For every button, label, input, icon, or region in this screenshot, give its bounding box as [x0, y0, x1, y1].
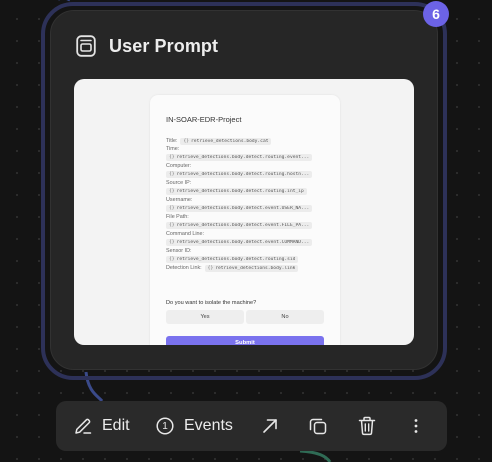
variable-value: retrieve_detections.body.detect.event.US…	[176, 206, 310, 211]
events-count: 1	[162, 420, 168, 432]
variable-chip: {} retrieve_detections.body.detect.routin…	[166, 188, 307, 195]
no-button[interactable]: No	[246, 310, 324, 324]
events-count-icon: 1	[156, 417, 174, 435]
form-field-row: Sensor ID:	[166, 248, 324, 255]
node-header: User Prompt	[76, 33, 218, 59]
prompt-form: IN-SOAR-EDR-Project Title:{} retrieve_det…	[150, 95, 340, 345]
form-field-value-row: {} retrieve_detections.body.detect.routin…	[166, 187, 324, 196]
form-title: IN-SOAR-EDR-Project	[166, 115, 242, 124]
pencil-icon	[74, 417, 92, 435]
variable-chip: {} retrieve_detections.body.detect.routin…	[166, 256, 299, 263]
isolate-question: Do you want to isolate the machine?	[166, 300, 257, 306]
form-field-value-row: {} retrieve_detections.body.detect.routin…	[166, 170, 324, 179]
variable-chip: {} retrieve_detections.body.cat	[180, 138, 272, 145]
variable-icon: {}	[169, 257, 175, 262]
variable-chip: {} retrieve_detections.body.detect.event.…	[166, 205, 313, 212]
form-field-row: Command Line:	[166, 231, 324, 238]
variable-chip: {} retrieve_detections.body.detect.routin…	[166, 154, 313, 161]
outgoing-edge-green	[299, 449, 332, 462]
form-field-row: Detection Link:{} retrieve_detections.bod…	[166, 265, 324, 272]
variable-value: retrieve_detections.body.detect.event.CO…	[176, 240, 310, 245]
form-field-row: Title:{} retrieve_detections.body.cat	[166, 138, 324, 145]
yes-button[interactable]: Yes	[166, 310, 244, 324]
variable-chip: {} retrieve_detections.body.detect.event.…	[166, 239, 313, 246]
field-label: Source IP:	[166, 180, 192, 186]
form-field-value-row: {} retrieve_detections.body.detect.event.…	[166, 238, 324, 247]
form-field-row: Source IP:	[166, 180, 324, 187]
more-options-button[interactable]	[413, 401, 419, 451]
form-field: Computer: {} retrieve_detections.body.dete…	[166, 163, 324, 179]
variable-icon: {}	[169, 240, 175, 245]
variable-icon: {}	[183, 139, 190, 144]
form-field-value-row: {} retrieve_detections.body.detect.routin…	[166, 255, 324, 264]
form-field: Time: {} retrieve_detections.body.detect.r…	[166, 146, 324, 162]
variable-icon: {}	[169, 206, 175, 211]
variable-icon: {}	[169, 172, 175, 177]
variable-value: retrieve_detections.body.detect.routing.…	[176, 189, 304, 194]
delete-button[interactable]	[358, 401, 376, 451]
form-field-row: Computer:	[166, 163, 324, 170]
form-field-value-row: {} retrieve_detections.body.detect.event.…	[166, 204, 324, 213]
copy-icon	[308, 416, 328, 436]
variable-value: retrieve_detections.body.detect.event.FI…	[176, 223, 310, 228]
prompt-preview[interactable]: IN-SOAR-EDR-Project Title:{} retrieve_det…	[74, 79, 414, 345]
variable-value: retrieve_detections.body.link	[215, 266, 296, 271]
trash-icon	[358, 416, 376, 436]
variable-value: retrieve_detections.body.cat	[191, 139, 269, 144]
field-label: Time:	[166, 146, 180, 152]
duplicate-button[interactable]	[308, 401, 328, 451]
form-fields: Title:{} retrieve_detections.body.cat Time…	[166, 138, 324, 272]
variable-value: retrieve_detections.body.detect.routing.…	[176, 257, 296, 262]
field-label: Computer:	[166, 163, 192, 169]
form-field-row: Time:	[166, 146, 324, 153]
field-label: File Path:	[166, 214, 189, 220]
events-label: Events	[184, 417, 233, 434]
form-field: Title:{} retrieve_detections.body.cat	[166, 138, 324, 145]
submit-button[interactable]: Submit	[166, 336, 324, 345]
yes-no-group: Yes No	[166, 310, 324, 324]
edit-button[interactable]: Edit	[74, 401, 130, 451]
variable-icon: {}	[169, 189, 175, 194]
form-field-value-row: {} retrieve_detections.body.detect.event.…	[166, 221, 324, 230]
field-label: Detection Link:	[166, 265, 202, 271]
form-field: Sensor ID: {} retrieve_detections.body.det…	[166, 248, 324, 264]
more-vertical-icon	[413, 418, 419, 434]
node-index-badge: 6	[423, 1, 449, 27]
field-label: Title:	[166, 138, 178, 144]
open-external-button[interactable]	[261, 401, 279, 451]
form-field: Detection Link:{} retrieve_detections.bod…	[166, 265, 324, 272]
variable-chip: {} retrieve_detections.body.detect.event.…	[166, 222, 313, 229]
node-title: User Prompt	[109, 35, 219, 56]
variable-value: retrieve_detections.body.detect.routing.…	[176, 155, 310, 160]
form-field-value-row: {} retrieve_detections.body.detect.routin…	[166, 153, 324, 162]
field-label: Sensor ID:	[166, 248, 192, 254]
node-toolbar: Edit 1 Events	[56, 401, 447, 451]
variable-chip: {} retrieve_detections.body.detect.routin…	[166, 171, 313, 178]
user-prompt-icon	[76, 35, 96, 57]
events-button[interactable]: 1 Events	[156, 401, 233, 451]
form-field-row: File Path:	[166, 214, 324, 221]
form-field: Command Line: {} retrieve_detections.body.…	[166, 231, 324, 247]
variable-icon: {}	[169, 155, 175, 160]
form-field: File Path: {} retrieve_detections.body.det…	[166, 214, 324, 230]
edit-label: Edit	[102, 417, 130, 434]
field-label: Command Line:	[166, 231, 205, 237]
variable-icon: {}	[169, 223, 175, 228]
variable-icon: {}	[207, 266, 214, 271]
variable-chip: {} retrieve_detections.body.link	[204, 265, 299, 272]
form-field: Source IP: {} retrieve_detections.body.det…	[166, 180, 324, 196]
variable-value: retrieve_detections.body.detect.routing.…	[176, 172, 310, 177]
field-label: Username:	[166, 197, 193, 203]
form-field-row: Username:	[166, 197, 324, 204]
arrow-up-right-icon	[261, 417, 279, 435]
form-field: Username: {} retrieve_detections.body.dete…	[166, 197, 324, 213]
